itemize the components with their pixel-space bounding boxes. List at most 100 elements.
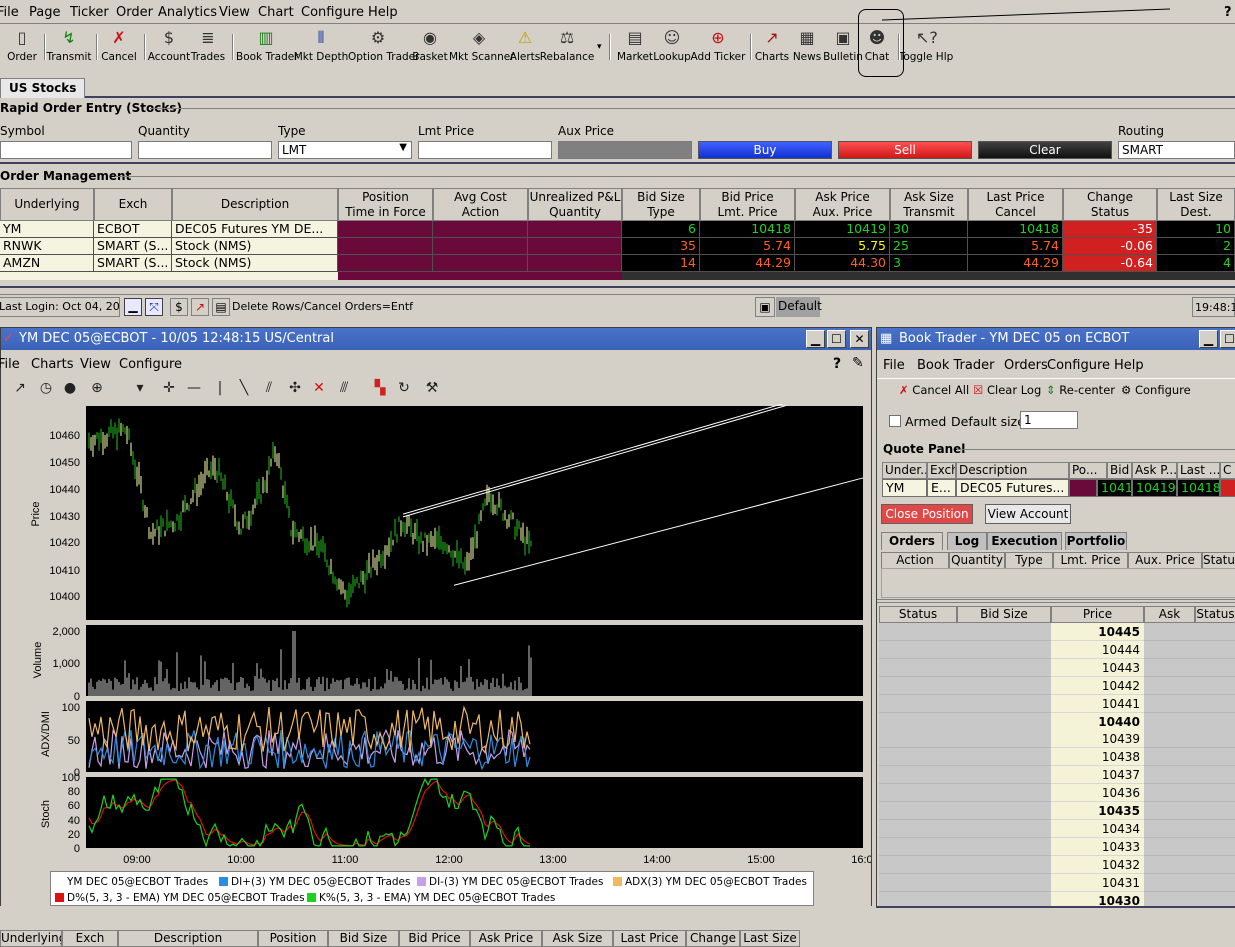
type-select[interactable]: LMT ▼ <box>278 141 412 159</box>
ladder-ask-size[interactable] <box>1144 694 1195 713</box>
om-empty-row[interactable] <box>433 272 528 280</box>
book-menu-orders[interactable]: Orders <box>1004 358 1048 373</box>
om-header[interactable]: Avg Cost Action <box>433 188 528 221</box>
ladder-ask-size[interactable] <box>1144 676 1195 695</box>
quote-header[interactable]: Last ... <box>1177 462 1220 479</box>
ladder-splitter[interactable] <box>877 599 1235 603</box>
default-size-input[interactable]: 1 <box>1020 411 1078 429</box>
ladder-price[interactable]: 10435 <box>1051 802 1144 820</box>
ladder-bid-status[interactable] <box>879 873 957 892</box>
bottom-grid-header-cell[interactable]: Bid Price <box>399 930 470 947</box>
quote-header[interactable]: Bid Pr... <box>1107 462 1132 479</box>
om-cell[interactable]: SMART (S... <box>94 238 172 255</box>
legend-item[interactable]: YM DEC 05@ECBOT Trades <box>67 876 208 888</box>
book-tab-log[interactable]: Log <box>947 532 987 550</box>
ladder-bid-size[interactable] <box>957 748 1051 767</box>
ladder-ask-status[interactable] <box>1195 766 1235 785</box>
ladder-ask-size[interactable] <box>1144 855 1195 874</box>
ladder-ask-status[interactable] <box>1195 855 1235 874</box>
om-cell[interactable]: SMART (S... <box>94 255 172 272</box>
menu-ticker[interactable]: Ticker <box>70 5 109 20</box>
ladder-bid-size[interactable] <box>957 623 1051 641</box>
om-empty-row[interactable] <box>94 272 172 280</box>
om-header[interactable]: Ask Size Transmit <box>890 188 968 221</box>
menu-order[interactable]: Order <box>116 5 153 20</box>
bottom-grid-header-cell[interactable]: Position <box>258 930 328 947</box>
om-cell[interactable]: DEC05 Futures YM DE... <box>172 221 338 238</box>
routing-input[interactable]: SMART <box>1118 141 1235 159</box>
menu-configure[interactable]: Configure <box>301 5 364 20</box>
ladder-ask-status[interactable] <box>1195 873 1235 892</box>
om-header[interactable]: Position Time in Force <box>338 188 433 221</box>
om-empty-row[interactable] <box>1157 272 1235 280</box>
om-header[interactable]: Bid Size Type <box>622 188 700 221</box>
om-header[interactable]: Exch <box>94 188 172 221</box>
ladder-ask-size[interactable] <box>1144 766 1195 785</box>
layout-name[interactable]: Default <box>776 297 822 317</box>
menu-view[interactable]: View <box>219 5 250 20</box>
om-cell[interactable]: Stock (NMS) <box>172 255 338 272</box>
om-cell[interactable]: 2 <box>1157 238 1235 255</box>
chart-menu-configure[interactable]: Configure <box>119 357 182 372</box>
bottom-grid-header-cell[interactable]: Ask Size <box>542 930 613 947</box>
om-cell[interactable]: -0.64 <box>1063 255 1157 272</box>
bottom-grid-header-cell[interactable]: Last Price <box>613 930 686 947</box>
om-cell[interactable]: -0.06 <box>1063 238 1157 255</box>
chart-menu-charts[interactable]: Charts <box>31 357 74 372</box>
menu-page[interactable]: Page <box>29 5 60 20</box>
ladder-header[interactable]: Price <box>1051 606 1144 623</box>
om-cell[interactable]: 44.29 <box>968 255 1063 272</box>
trend-line-icon[interactable]: ╲ <box>235 380 253 396</box>
maximize-button[interactable]: ☐ <box>827 330 846 348</box>
ladder-price[interactable]: 10431 <box>1051 873 1144 892</box>
om-cell[interactable]: 5.74 <box>700 238 795 255</box>
ladder-price[interactable]: 10438 <box>1051 748 1144 767</box>
menu-chart[interactable]: Chart <box>258 5 294 20</box>
quote-cell[interactable]: DEC05 Futures... <box>956 479 1069 497</box>
om-empty-row[interactable] <box>528 272 622 280</box>
ladder-bid-status[interactable] <box>879 748 957 767</box>
ladder-header[interactable]: Ask Size <box>1144 606 1195 623</box>
quote-cell[interactable]: 10418 <box>1177 479 1220 497</box>
om-empty-row[interactable] <box>795 272 890 280</box>
ladder-bid-status[interactable] <box>879 712 957 731</box>
om-cell[interactable]: 6 <box>622 221 700 238</box>
ladder-ask-status[interactable] <box>1195 712 1235 731</box>
ladder-header[interactable]: Bid Size <box>957 606 1051 623</box>
ladder-ask-size[interactable] <box>1144 819 1195 838</box>
book-menu-book-trader[interactable]: Book Trader <box>917 358 994 373</box>
ladder-ask-status[interactable] <box>1195 730 1235 749</box>
rebalance-button[interactable]: ⚖ Rebalance <box>537 28 597 63</box>
ladder-bid-size[interactable] <box>957 802 1051 820</box>
chart-menu-file[interactable]: File <box>0 357 20 372</box>
sell-button[interactable]: Sell <box>838 141 972 159</box>
view-account-button[interactable]: View Account <box>985 504 1071 524</box>
chart-clock-icon[interactable]: ◷ <box>37 380 55 396</box>
ladder-bid-status[interactable] <box>879 640 957 659</box>
om-cell[interactable]: ECBOT <box>94 221 172 238</box>
om-cell[interactable]: 10419 <box>795 221 890 238</box>
om-cell[interactable]: RNWK <box>0 238 94 255</box>
vertical-line-icon[interactable]: | <box>211 380 229 396</box>
ladder-price[interactable]: 10437 <box>1051 766 1144 785</box>
order-header[interactable]: Quantity <box>949 552 1005 569</box>
om-empty-row[interactable] <box>968 272 1063 280</box>
chart-canvas[interactable]: 10460 10450 10440 10430 10420 10410 10400 Price… <box>1 404 871 904</box>
pin-icon[interactable]: ✎ <box>852 355 864 371</box>
om-cell[interactable]: 14 <box>622 255 700 272</box>
order-header[interactable]: Type <box>1005 552 1053 569</box>
ladder-price[interactable]: 10441 <box>1051 694 1144 713</box>
ladder-bid-size[interactable] <box>957 766 1051 785</box>
quote-cell[interactable] <box>1220 479 1235 497</box>
om-cell[interactable]: 10418 <box>700 221 795 238</box>
toggle-hlp-button[interactable]: ↖? Toggle Hlp <box>896 28 956 63</box>
bottom-grid-header-cell[interactable]: Change <box>686 930 740 947</box>
legend-item[interactable]: K%(5, 3, 3 - EMA) YM DEC 05@ECBOT Trades <box>307 892 555 904</box>
ladder-ask-size[interactable] <box>1144 802 1195 820</box>
book-menu-file[interactable]: File <box>883 358 905 373</box>
clear-button[interactable]: Clear <box>978 141 1112 159</box>
order-header[interactable]: Aux. Price <box>1128 552 1202 569</box>
ladder-price[interactable]: 10442 <box>1051 676 1144 695</box>
ladder-bid-status[interactable] <box>879 658 957 677</box>
ladder-bid-status[interactable] <box>879 730 957 749</box>
